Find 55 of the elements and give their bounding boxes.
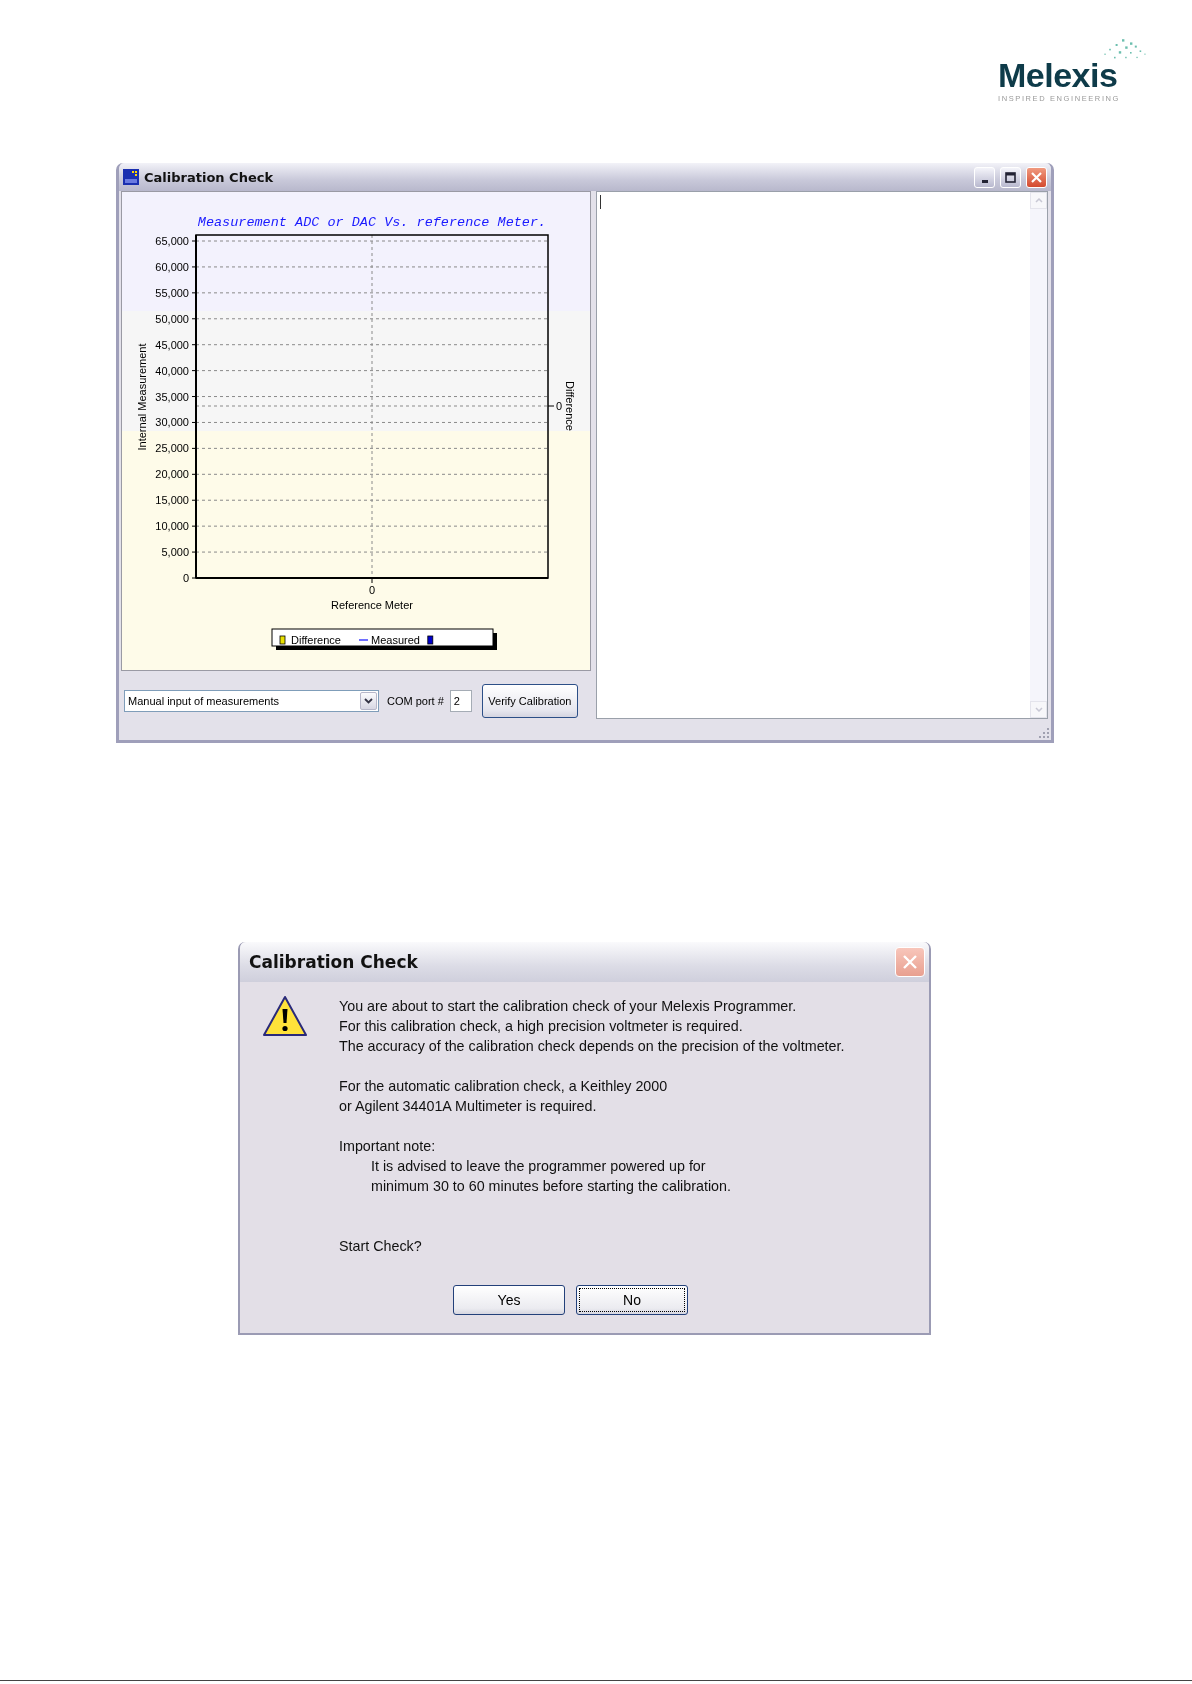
- window-title: Calibration Check: [144, 169, 275, 185]
- y-tick-label: 45,000: [155, 338, 189, 351]
- dialog-button[interactable]: No: [576, 1285, 688, 1315]
- chevron-down-icon: [1034, 707, 1043, 712]
- chart-title: Measurement ADC or DAC Vs. reference Meter.: [197, 215, 547, 230]
- y-tick-label: 20,000: [155, 468, 189, 481]
- message-text: You are about to start the calibration check of your Melexis Programmer. For this calibration check, a high precision voltmeter is required. The accuracy of the calibration check depends on the precision of the voltmeter.: [339, 997, 845, 1056]
- close-icon: [1031, 171, 1042, 183]
- verify-calibration-button[interactable]: Verify Calibration: [481, 684, 578, 718]
- scrollbar[interactable]: [1030, 192, 1047, 718]
- logo-wordmark: Melexis: [998, 56, 1118, 94]
- y-tick-label: 55,000: [155, 286, 189, 299]
- resize-grip-icon[interactable]: [1039, 728, 1050, 739]
- y-tick-label: 30,000: [155, 416, 189, 429]
- minimize-button[interactable]: [974, 166, 995, 188]
- maximize-button[interactable]: [1000, 166, 1021, 188]
- y-tick-label: 40,000: [155, 364, 189, 377]
- y-tick-label: 0: [182, 572, 189, 584]
- x-tick-label: 0: [368, 584, 376, 596]
- note-text: It is advised to leave the programmer powered up for minimum 30 to 60 minutes before starting the calibration.: [371, 1157, 732, 1196]
- close-button[interactable]: [1026, 166, 1047, 188]
- tick-mark: [547, 405, 555, 407]
- text-caret: [600, 195, 601, 209]
- message-text: For the automatic calibration check, a Keithley 2000 or Agilent 34401A Multimeter is required.: [339, 1077, 669, 1116]
- note-heading: Important note:: [339, 1137, 437, 1156]
- dialog-button[interactable]: Yes: [453, 1285, 565, 1315]
- y-tick-label: 50,000: [155, 312, 189, 325]
- chevron-down-icon: [364, 698, 373, 704]
- y-tick-label: 15,000: [155, 494, 189, 507]
- prompt-text: Start Check?: [339, 1237, 423, 1256]
- legend-label: Difference: [291, 634, 341, 646]
- y2-axis-label: Difference: [564, 381, 576, 431]
- y-tick-label: 65,000: [155, 235, 189, 247]
- y2-tick-label: 0: [556, 400, 563, 412]
- warning-icon: [262, 995, 308, 1039]
- legend-label: Measured: [371, 634, 420, 646]
- app-icon: [123, 169, 139, 185]
- y-tick-label: 35,000: [155, 390, 189, 403]
- com-port-label: COM port #: [387, 695, 444, 707]
- x-axis-label: Reference Meter: [331, 599, 413, 611]
- chevron-up-icon: [1034, 198, 1043, 203]
- scroll-up-button[interactable]: [1030, 192, 1047, 209]
- close-icon: [902, 954, 918, 970]
- scroll-down-button[interactable]: [1030, 701, 1047, 718]
- com-port-field[interactable]: 2: [449, 690, 472, 712]
- close-button[interactable]: [895, 947, 925, 977]
- y-tick-label: 60,000: [155, 260, 189, 273]
- maximize-icon: [1005, 171, 1016, 183]
- minimize-icon: [981, 179, 988, 183]
- y-axis-label: Internal Measurement: [136, 343, 148, 451]
- y-tick-label: 5,000: [161, 546, 189, 559]
- mode-dropdown[interactable]: Manual input of measurements: [124, 690, 379, 712]
- y-tick-label: 10,000: [155, 520, 189, 533]
- dialog-title: Calibration Check: [249, 952, 419, 972]
- y-tick-label: 25,000: [155, 442, 189, 455]
